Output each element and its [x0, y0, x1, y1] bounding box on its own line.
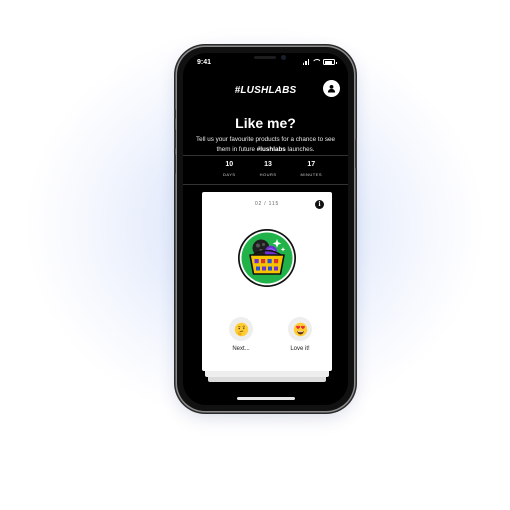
love-it-button-circle[interactable]: [288, 317, 312, 341]
status-time: 9:41: [197, 59, 212, 66]
user-icon[interactable]: [323, 80, 340, 97]
love-it-button-label: Love it!: [290, 346, 310, 352]
countdown-days: 10 DAYS: [223, 161, 236, 177]
phone-screen: 9:41 #LUSHLABS Like me? Tell us your fav…: [183, 53, 348, 405]
hashtag-text: #lushlabs: [256, 146, 286, 153]
countdown-timer: 10 DAYS 13 HOURS 17 MINUTES: [183, 161, 348, 177]
product-card[interactable]: 02 / 115 i Next... Love it!: [202, 192, 332, 371]
countdown-value: 13: [264, 161, 272, 168]
countdown-label: MINUTES: [300, 172, 322, 177]
home-indicator[interactable]: [236, 397, 295, 400]
top-divider: [183, 155, 348, 156]
info-icon[interactable]: i: [315, 200, 324, 209]
page-title: Like me?: [235, 115, 296, 131]
heart-eyes-face-icon: [293, 322, 307, 336]
card-stack: 02 / 115 i Next... Love it!: [202, 192, 332, 382]
volume-down-button: [174, 154, 176, 174]
countdown-value: 17: [307, 161, 316, 168]
battery-icon: [323, 59, 337, 65]
power-button: [355, 139, 357, 169]
page-subtitle: Tell us your favourite products for a ch…: [195, 135, 336, 155]
thinking-face-icon: [234, 322, 248, 336]
countdown-value: 10: [225, 161, 234, 168]
wifi-icon: [312, 59, 320, 65]
mute-switch: [174, 109, 176, 119]
status-icons: [300, 59, 337, 65]
front-camera: [280, 55, 286, 60]
notch: [226, 53, 305, 67]
countdown-label: HOURS: [259, 172, 277, 177]
next-button-circle[interactable]: [229, 317, 253, 341]
volume-up-button: [174, 129, 176, 149]
shopping-basket-illustration: [238, 229, 296, 287]
bottom-divider: [183, 184, 348, 185]
countdown-label: DAYS: [223, 172, 236, 177]
countdown-minutes: 17 MINUTES: [301, 161, 323, 177]
next-button[interactable]: Next...: [221, 317, 261, 352]
next-button-label: Next...: [232, 346, 250, 352]
card-counter: 02 / 115: [254, 201, 280, 207]
phone-frame: 9:41 #LUSHLABS Like me? Tell us your fav…: [174, 47, 357, 411]
love-it-button[interactable]: Love it!: [280, 317, 320, 352]
speaker-grille: [253, 56, 276, 59]
countdown-hours: 13 HOURS: [260, 161, 277, 177]
subtitle-end-text: launches.: [285, 146, 315, 153]
